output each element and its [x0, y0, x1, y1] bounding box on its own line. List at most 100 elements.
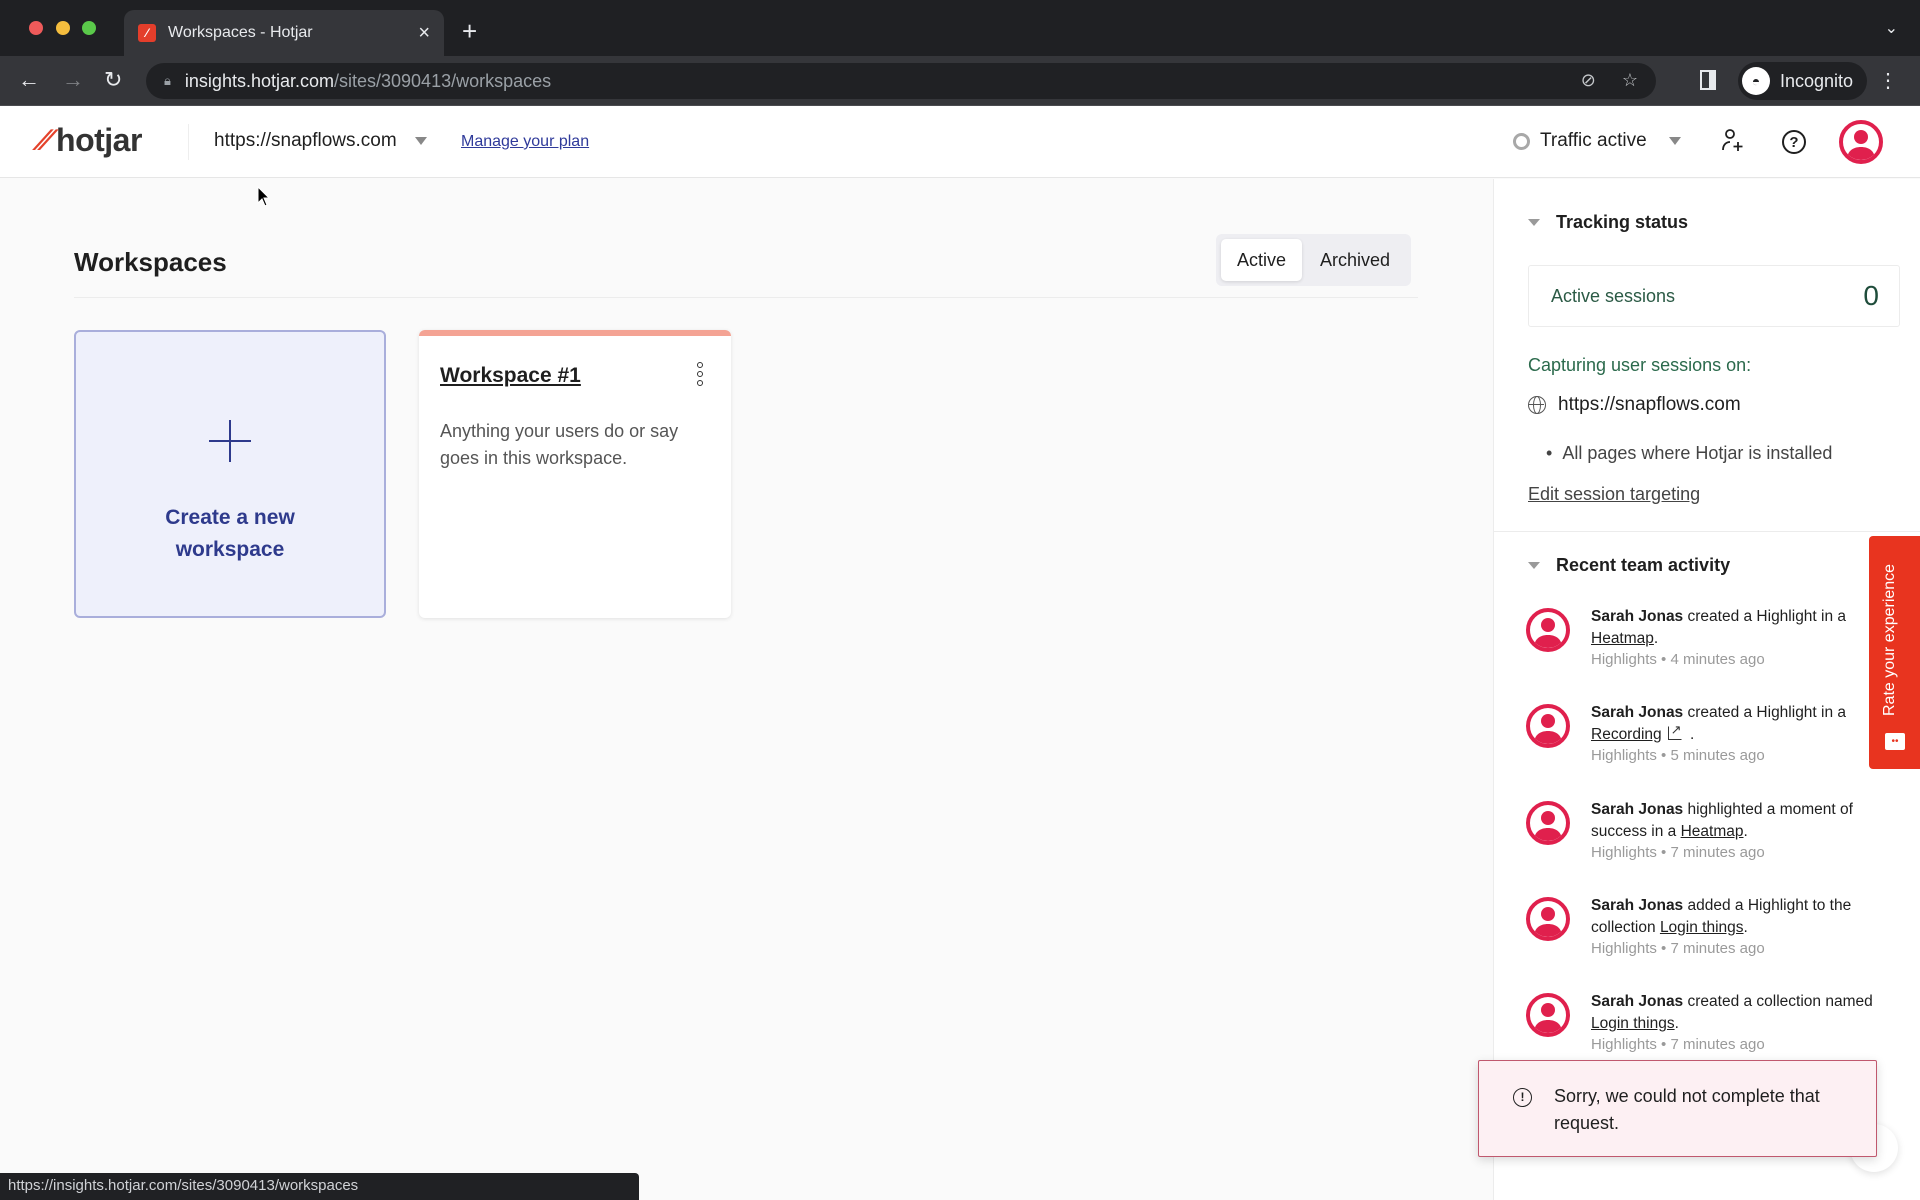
incognito-label: Incognito: [1780, 70, 1854, 91]
activity-meta: Highlights • 7 minutes ago: [1591, 940, 1765, 957]
new-tab-button[interactable]: +: [462, 16, 477, 47]
tracking-protection-eye-slash-icon[interactable]: ⊘: [1581, 70, 1596, 91]
address-bar[interactable]: 🔒︎ insights.hotjar.com/sites/3090413/wor…: [146, 63, 1656, 99]
forward-arrow-icon[interactable]: →: [62, 67, 84, 93]
activity-link[interactable]: Heatmap: [1681, 823, 1744, 840]
status-ring-icon: [1513, 132, 1530, 150]
activity-action: created a Highlight in a: [1683, 704, 1847, 721]
hotjar-logo[interactable]: ⁄⁄ hotjar: [36, 122, 143, 159]
feedback-face-icon: ••: [1885, 733, 1905, 750]
tab-active[interactable]: Active: [1221, 239, 1303, 281]
user-avatar-icon: [1526, 608, 1570, 652]
mouse-cursor-icon: [257, 186, 271, 207]
window-maximize-button[interactable]: [82, 21, 96, 35]
recent-activity-toggle[interactable]: Recent team activity: [1528, 555, 1730, 576]
recent-activity-heading: Recent team activity: [1556, 555, 1731, 575]
page-title: Workspaces: [74, 247, 227, 277]
side-panel-icon[interactable]: [1700, 70, 1716, 90]
browser-menu-icon[interactable]: ⋮: [1878, 68, 1898, 93]
error-toast: ! Sorry, we could not complete that requ…: [1478, 1060, 1877, 1157]
user-avatar[interactable]: [1839, 120, 1883, 164]
traffic-status-dropdown[interactable]: Traffic active: [1513, 130, 1681, 152]
create-workspace-label: Create a new workspace: [165, 506, 295, 561]
user-avatar-icon: [1526, 801, 1570, 845]
workspace-filter-tabs: Active Archived: [1216, 234, 1412, 286]
activity-link[interactable]: Login things: [1591, 1015, 1675, 1032]
activity-text: Sarah Jonas created a Highlight in a Hea…: [1591, 606, 1891, 671]
lock-icon: 🔒︎: [164, 73, 171, 88]
active-sessions-box: Active sessions 0: [1528, 265, 1900, 327]
back-arrow-icon[interactable]: ←: [18, 67, 40, 93]
incognito-icon: ◓: [1742, 67, 1770, 95]
external-link-icon[interactable]: [1667, 719, 1682, 740]
tracking-status-toggle[interactable]: Tracking status: [1528, 212, 1688, 233]
reload-icon[interactable]: ↻: [104, 67, 122, 93]
main-content: Workspaces Active Archived Create a new …: [0, 179, 1492, 1200]
activity-link[interactable]: Heatmap: [1591, 630, 1654, 647]
activity-punctuation: .: [1653, 629, 1659, 647]
divider: [1494, 531, 1920, 532]
activity-meta: Highlights • 5 minutes ago: [1591, 747, 1765, 764]
alert-circle-icon: !: [1513, 1088, 1532, 1107]
user-avatar-icon: [1526, 993, 1570, 1037]
link-status-bar: https://insights.hotjar.com/sites/309041…: [0, 1173, 639, 1200]
capturing-label: Capturing user sessions on:: [1528, 355, 1752, 375]
activity-text: Sarah Jonas created a Highlight in a Rec…: [1591, 702, 1891, 767]
help-icon[interactable]: ?: [1782, 130, 1806, 154]
tab-archived[interactable]: Archived: [1304, 239, 1406, 281]
workspace-title-link[interactable]: Workspace #1: [440, 364, 581, 388]
workspace-more-options-icon[interactable]: [697, 362, 703, 386]
logo-text: hotjar: [56, 122, 142, 158]
rate-experience-tab[interactable]: Rate your experience ••: [1869, 536, 1920, 769]
workspace-card[interactable]: Workspace #1 Anything your users do or s…: [419, 330, 731, 618]
activity-punctuation: .: [1689, 725, 1695, 743]
activity-user: Sarah Jonas: [1591, 704, 1684, 721]
site-selector-value: https://snapflows.com: [214, 130, 397, 151]
activity-punctuation: .: [1743, 822, 1748, 840]
window-minimize-button[interactable]: [56, 21, 70, 35]
collapse-triangle-icon: [1528, 562, 1540, 569]
manage-plan-link[interactable]: Manage your plan: [461, 133, 589, 151]
plus-icon: [209, 420, 251, 462]
activity-meta: Highlights • 7 minutes ago: [1591, 844, 1765, 861]
collapse-triangle-icon: [1528, 219, 1540, 226]
rate-experience-label: Rate your experience: [1881, 563, 1898, 716]
site-selector[interactable]: https://snapflows.com: [214, 130, 427, 152]
edit-session-targeting-link[interactable]: Edit session targeting: [1528, 484, 1700, 505]
activity-punctuation: .: [1674, 1014, 1679, 1032]
active-sessions-label: Active sessions: [1551, 285, 1676, 306]
globe-icon: [1528, 396, 1546, 414]
activity-text: Sarah Jonas highlighted a moment of succ…: [1591, 799, 1891, 864]
traffic-status-label: Traffic active: [1540, 130, 1647, 151]
activity-user: Sarah Jonas: [1591, 993, 1684, 1010]
create-workspace-card[interactable]: Create a new workspace: [74, 330, 386, 618]
window-close-button[interactable]: [29, 21, 43, 35]
app-header: ⁄⁄ hotjar https://snapflows.com Manage y…: [0, 106, 1920, 178]
activity-action: created a Highlight in a: [1683, 608, 1847, 625]
activity-link[interactable]: Recording: [1591, 726, 1662, 743]
activity-punctuation: .: [1743, 918, 1748, 936]
user-avatar-icon: [1526, 704, 1570, 748]
activity-user: Sarah Jonas: [1591, 608, 1684, 625]
header-divider: [188, 124, 189, 160]
url-path: /sites/3090413/workspaces: [334, 70, 552, 91]
bookmark-star-icon[interactable]: ☆: [1622, 70, 1638, 91]
user-avatar-icon: [1526, 897, 1570, 941]
right-sidebar: Tracking status Active sessions 0 Captur…: [1493, 179, 1920, 1200]
error-toast-message: Sorry, we could not complete that reques…: [1554, 1086, 1820, 1133]
activity-meta: Highlights • 7 minutes ago: [1591, 1036, 1765, 1053]
activity-user: Sarah Jonas: [1591, 801, 1684, 818]
incognito-profile[interactable]: ◓ Incognito: [1738, 62, 1868, 100]
activity-link[interactable]: Login things: [1660, 919, 1744, 936]
tab-list-chevron-icon[interactable]: ⌄: [1885, 18, 1898, 38]
invite-user-icon[interactable]: [1718, 126, 1748, 156]
workspace-accent-bar: [419, 330, 731, 336]
tracked-site-url: https://snapflows.com: [1558, 394, 1741, 415]
browser-tab[interactable]: ⁄ Workspaces - Hotjar ×: [124, 10, 444, 56]
activity-text: Sarah Jonas added a Highlight to the col…: [1591, 895, 1891, 960]
activity-text: Sarah Jonas created a collection named L…: [1591, 991, 1891, 1056]
close-tab-icon[interactable]: ×: [418, 22, 430, 45]
tracking-status-heading: Tracking status: [1556, 212, 1689, 232]
activity-user: Sarah Jonas: [1591, 897, 1684, 914]
caret-down-icon: [1668, 137, 1681, 145]
